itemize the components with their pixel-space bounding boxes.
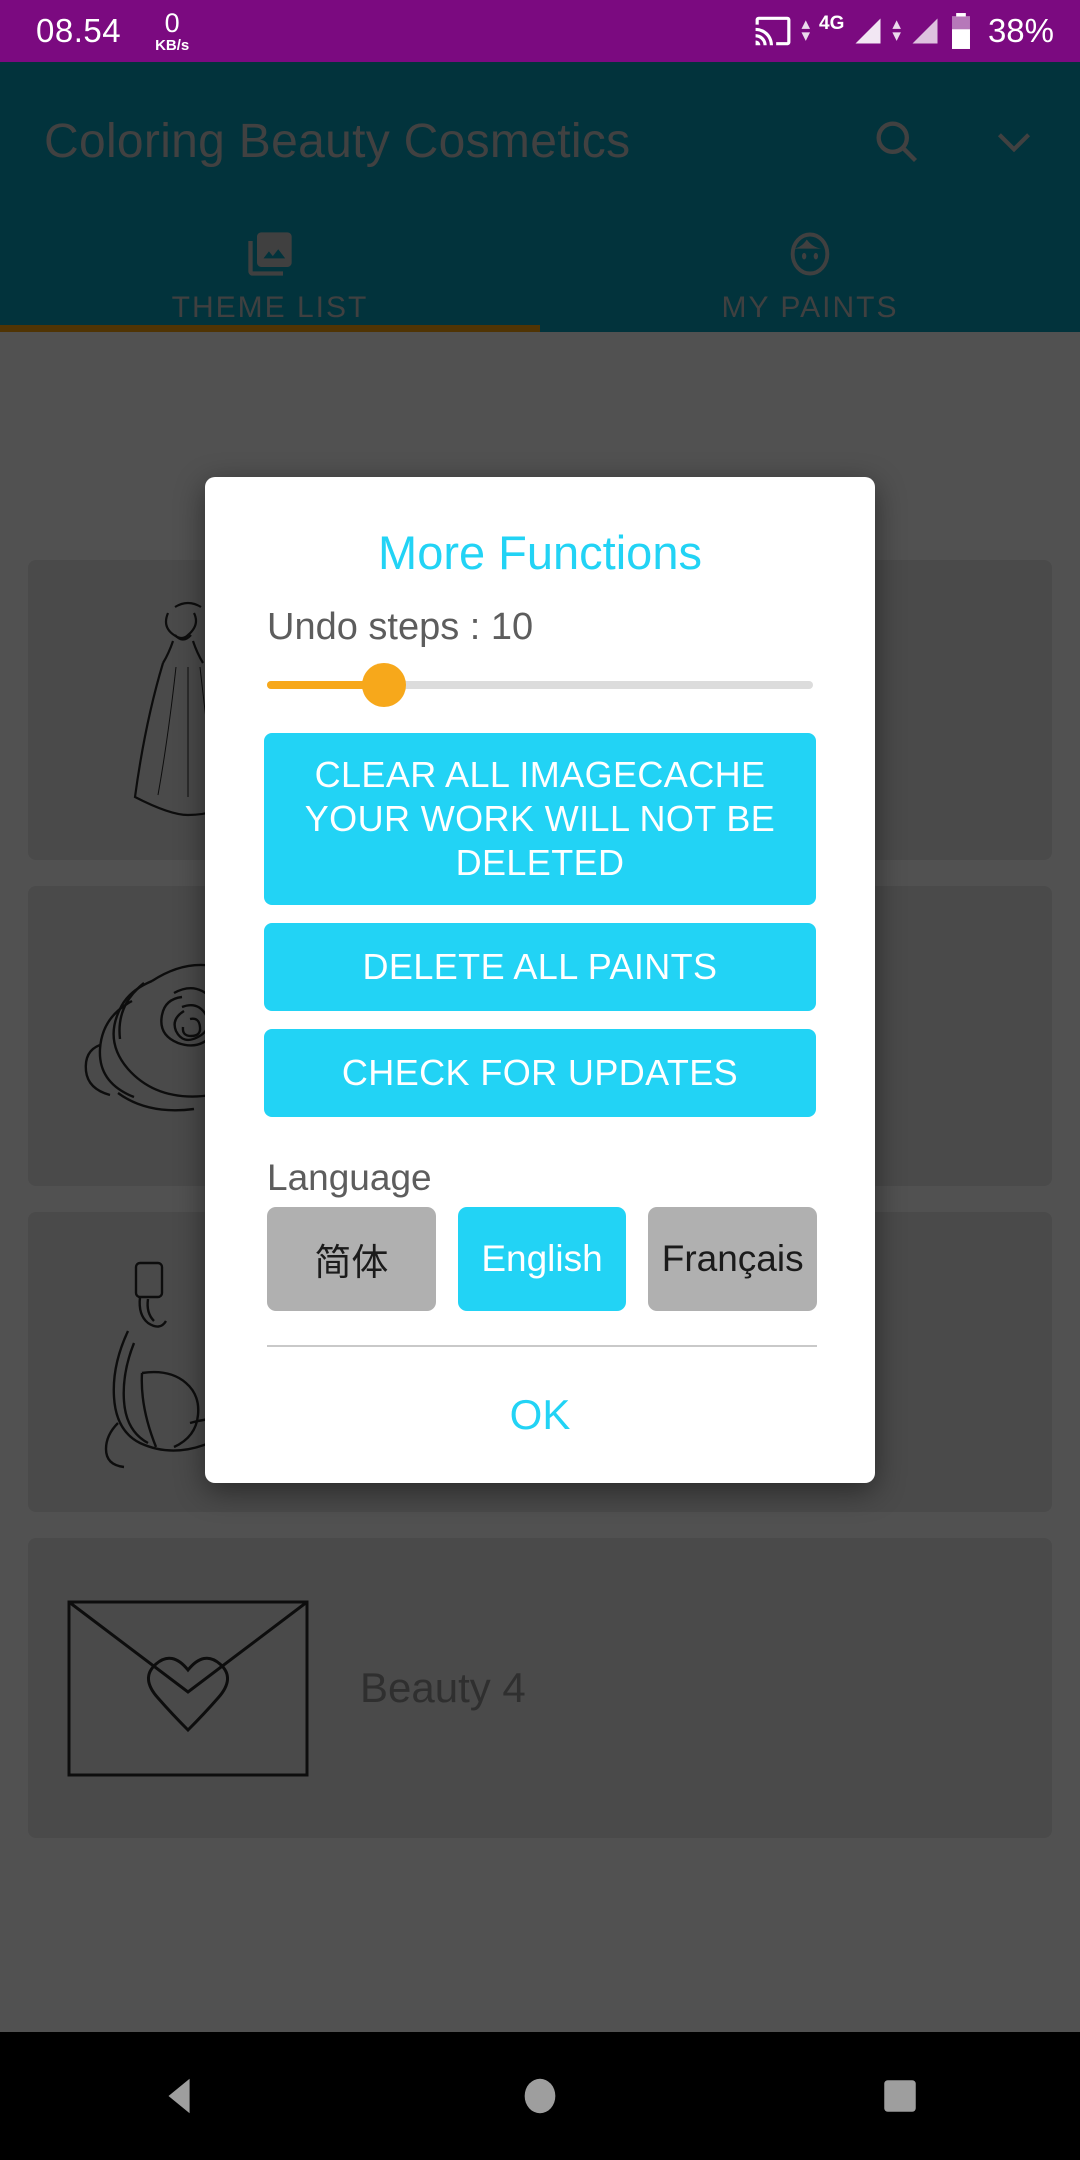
- data-transfer-arrows-icon: ▴ ▾: [801, 13, 811, 45]
- delete-all-paints-button[interactable]: DELETE ALL PAINTS: [264, 922, 816, 1011]
- clear-image-cache-button[interactable]: CLEAR ALL IMAGECACHE YOUR WORK WILL NOT …: [264, 733, 816, 905]
- network-speed-unit: KB/s: [155, 36, 190, 54]
- slider-thumb[interactable]: [362, 663, 406, 707]
- check-for-updates-button[interactable]: CHECK FOR UPDATES: [264, 1028, 816, 1117]
- signal-bars-icon-1: [853, 15, 883, 47]
- status-bar: 08.54 0 KB/s ▴ ▾ 4G ▴ ▾ 38%: [0, 0, 1080, 62]
- network-speed-value: 0: [164, 7, 180, 38]
- back-triangle-icon[interactable]: [120, 2032, 240, 2160]
- language-option-simplified-chinese[interactable]: 简体: [267, 1206, 436, 1311]
- ok-button[interactable]: OK: [205, 1347, 875, 1469]
- network-speed: 0 KB/s: [155, 7, 190, 54]
- dialog-title: More Functions: [378, 526, 702, 579]
- cast-icon: [754, 12, 792, 50]
- language-options: 简体 English Français: [205, 1206, 875, 1311]
- home-circle-icon[interactable]: [480, 2032, 600, 2160]
- recents-square-icon[interactable]: [840, 2032, 960, 2160]
- undo-steps-label: Undo steps : 10: [267, 606, 534, 648]
- network-type-label: 4G: [819, 13, 845, 34]
- battery-icon: [949, 12, 973, 50]
- android-nav-bar: [0, 2032, 1080, 2160]
- battery-percent: 38%: [987, 12, 1054, 49]
- language-option-french[interactable]: Français: [648, 1206, 818, 1311]
- signal-bars-icon-2: [910, 15, 940, 47]
- data-transfer-arrows-icon-2: ▴ ▾: [892, 13, 901, 45]
- more-functions-dialog: More Functions Undo steps : 10 CLEAR ALL…: [205, 477, 875, 1483]
- status-time: 08.54: [36, 12, 122, 49]
- status-icons: ▴ ▾ 4G ▴ ▾ 38%: [754, 12, 1054, 50]
- phone-screen: Beauty 4 08.54 0 KB/s ▴ ▾ 4G ▴ ▾ 38% Col…: [0, 0, 1080, 2160]
- language-label: Language: [267, 1156, 432, 1198]
- undo-steps-slider[interactable]: [205, 649, 875, 711]
- language-option-english[interactable]: English: [457, 1206, 627, 1311]
